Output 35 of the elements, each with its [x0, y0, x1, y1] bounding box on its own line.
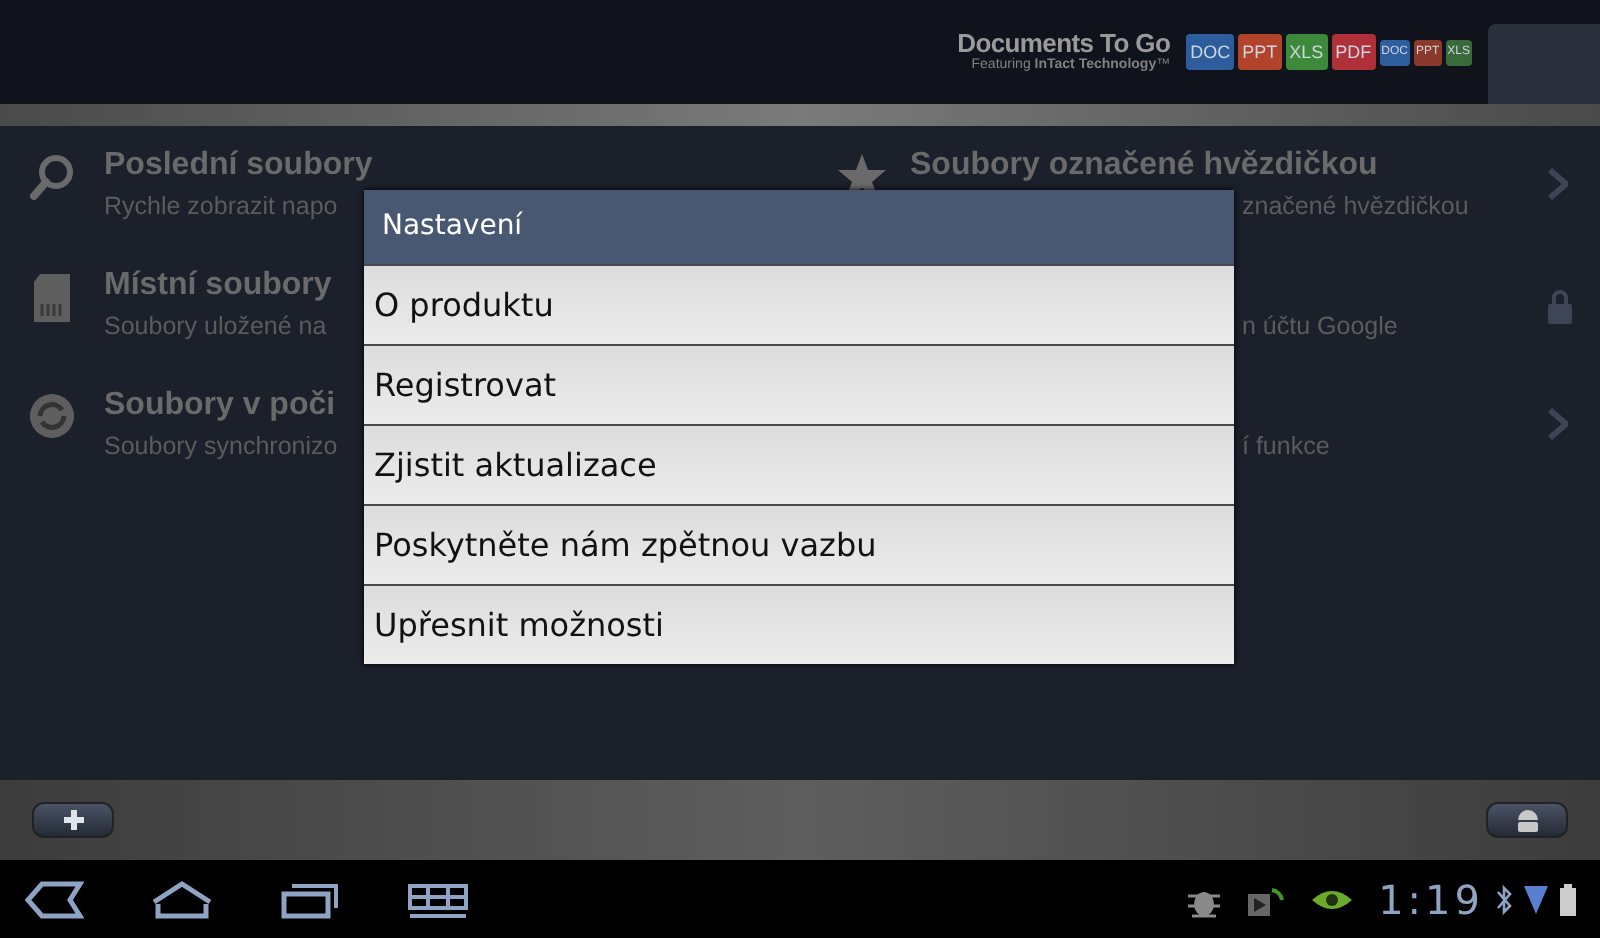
menu-item-subtitle: í funkce — [1240, 430, 1332, 464]
clock-time: 1:19 — [1378, 875, 1484, 923]
eye-logo-icon — [1310, 885, 1355, 913]
dialog-menu-item[interactable]: Upřesnit možnosti — [364, 584, 1234, 664]
battery-icon — [1560, 883, 1576, 915]
dialog-title: Nastavení — [364, 190, 1234, 264]
back-icon[interactable] — [24, 879, 84, 919]
recent-apps-icon[interactable] — [280, 879, 340, 919]
chevron-right-icon — [1548, 408, 1568, 440]
chevron-right-icon — [1548, 168, 1568, 200]
home-icon[interactable] — [150, 879, 214, 919]
dialog-menu-item[interactable]: Registrovat — [364, 344, 1234, 424]
add-button[interactable] — [32, 802, 114, 838]
file-type-badge: DOC — [1186, 34, 1235, 70]
menu-item-subtitle: Soubory uložené na — [104, 310, 329, 344]
menu-item-subtitle: Rychle zobrazit napo — [104, 190, 340, 224]
grid-icon[interactable] — [406, 881, 470, 917]
dialog-menu-item[interactable]: O produktu — [364, 264, 1234, 344]
padlock-icon — [1548, 288, 1572, 324]
menu-item-subtitle: značené hvězdičkou — [1240, 190, 1471, 224]
menu-item-subtitle: n účtu Google — [1240, 310, 1400, 344]
file-type-badge: PPT — [1238, 34, 1282, 70]
menu-item-subtitle: Soubory synchronizo — [104, 430, 338, 464]
bluetooth-icon — [1496, 883, 1512, 915]
sync-icon — [28, 392, 76, 440]
file-type-badge: XLS — [1285, 34, 1328, 70]
robot-button[interactable] — [1486, 802, 1568, 838]
file-type-badge: PDF — [1331, 34, 1376, 70]
magnifier-icon — [28, 152, 76, 200]
dialog-menu-item[interactable]: Poskytněte nám zpětnou vazbu — [364, 504, 1234, 584]
signal-icon — [1524, 883, 1548, 915]
dialog-menu-item[interactable]: Zjistit aktualizace — [364, 424, 1234, 504]
sd-card-icon — [32, 272, 72, 324]
app-logo-text: Documents To Go — [957, 30, 1171, 58]
plus-icon — [61, 808, 85, 832]
